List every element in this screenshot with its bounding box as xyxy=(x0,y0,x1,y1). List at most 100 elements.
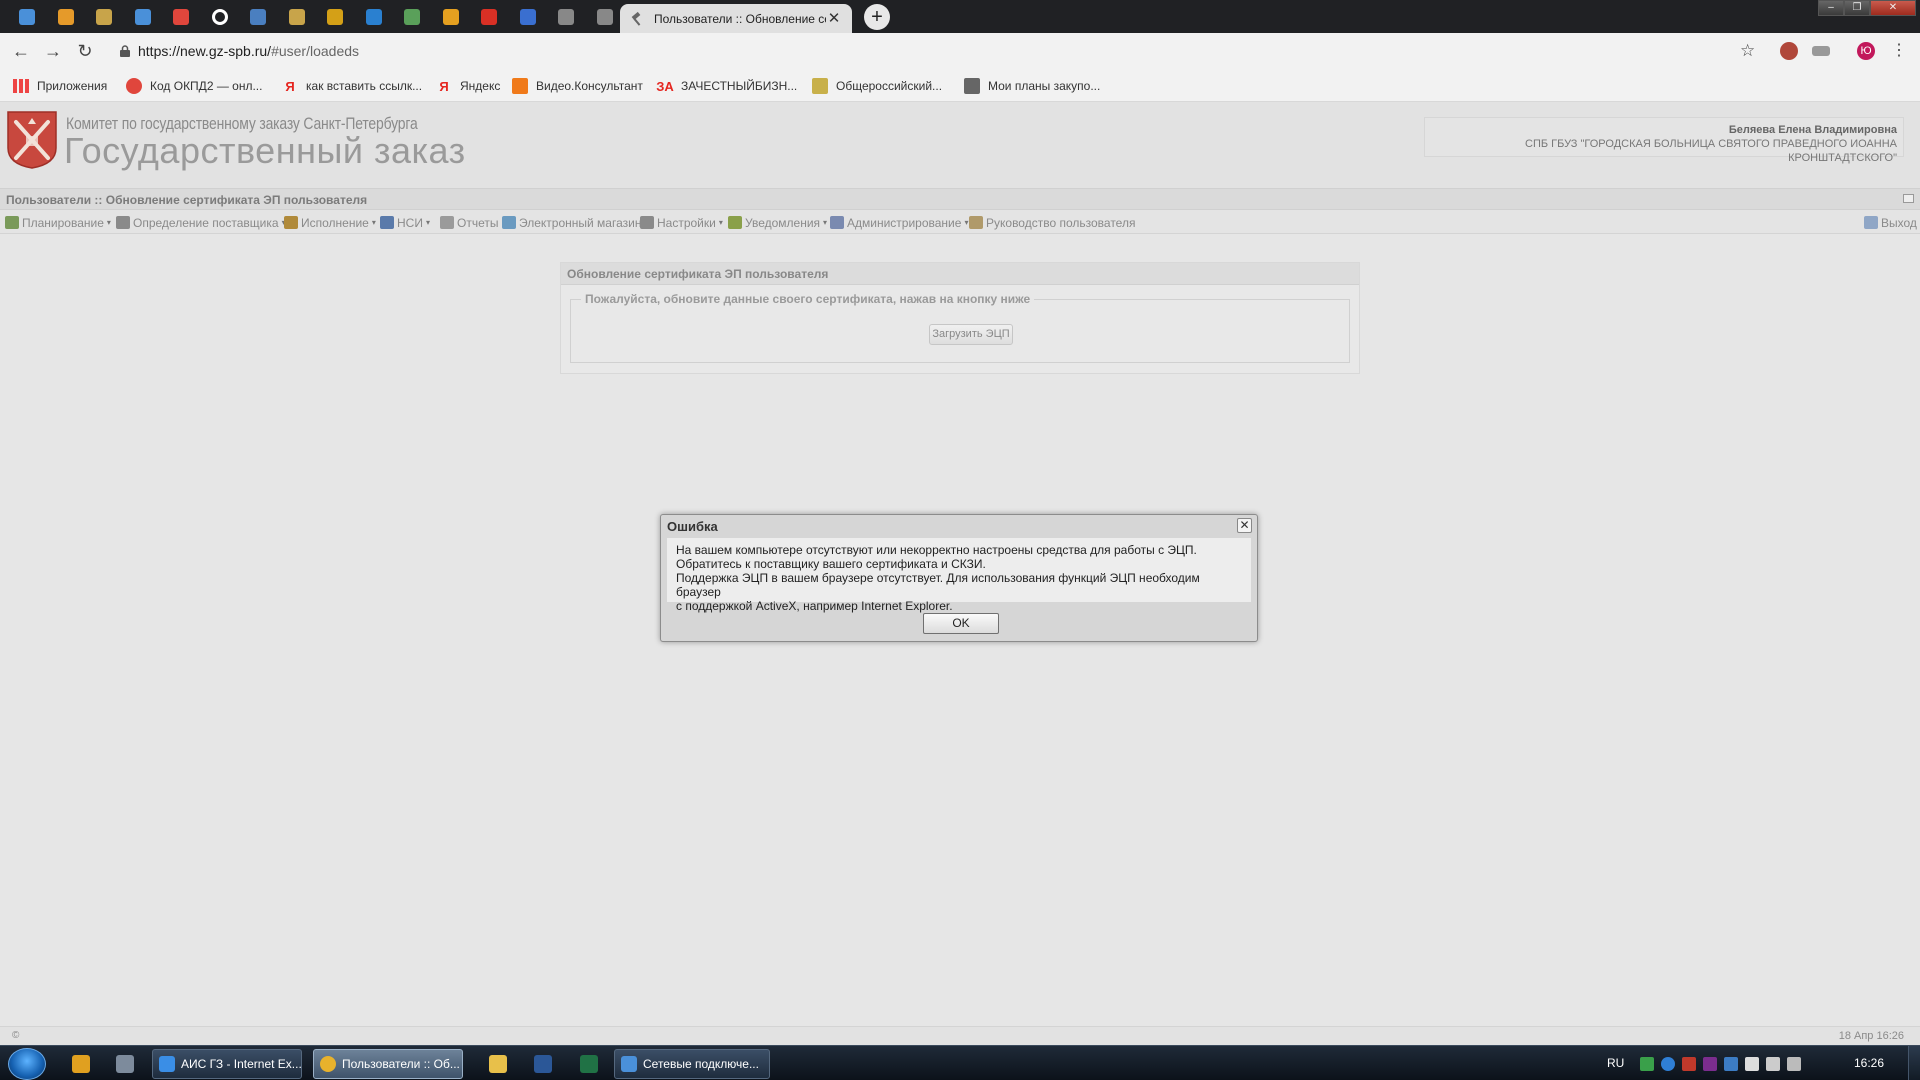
menu-item[interactable]: Определение поставщика▾ xyxy=(116,214,286,231)
tree-icon xyxy=(250,9,266,25)
menu-item[interactable]: Уведомления ▾ xyxy=(728,214,827,231)
start-button[interactable] xyxy=(8,1048,46,1080)
tray-icon[interactable] xyxy=(1682,1057,1696,1071)
tray-icon[interactable] xyxy=(1724,1057,1738,1071)
url-path: #user/loadeds xyxy=(271,43,360,59)
current-user-box: Беляева Елена Владимировна СПБ ГБУЗ "ГОР… xyxy=(1424,117,1904,164)
reload-icon[interactable]: ↻ xyxy=(73,39,97,63)
bookmark-item[interactable]: Код ОКПД2 — онл... xyxy=(126,75,262,97)
pinned-tab[interactable] xyxy=(317,2,353,32)
bookmark-star-icon[interactable]: ☆ xyxy=(1740,42,1758,60)
dropdown-arrow-icon: ▾ xyxy=(425,218,430,227)
show-desktop-button[interactable] xyxy=(1908,1046,1920,1080)
menu-item[interactable]: Настройки ▾ xyxy=(640,214,723,231)
yandex-icon: Я xyxy=(439,78,449,94)
menu-item[interactable]: НСИ ▾ xyxy=(380,214,430,231)
menu-item-label: Отчеты xyxy=(457,215,499,230)
dialog-close-icon[interactable]: ✕ xyxy=(1237,518,1252,533)
folder-icon[interactable] xyxy=(489,1055,507,1073)
collapse-icon[interactable] xyxy=(1903,194,1914,203)
menu-icon xyxy=(969,216,983,229)
menu-item-label: Планирование xyxy=(22,215,104,230)
menu-item-label: Настройки xyxy=(657,215,716,230)
tray-icon[interactable] xyxy=(1745,1057,1759,1071)
minimize-button[interactable]: – xyxy=(1818,0,1844,16)
url-host: https://new.gz-spb.ru/ xyxy=(138,43,272,59)
taskbar-task[interactable]: Сетевые подключе... xyxy=(614,1049,770,1079)
menu-item-label: Уведомления xyxy=(745,215,821,230)
profile-avatar[interactable]: Ю xyxy=(1857,42,1875,60)
bookmark-item[interactable]: Я Яндекс xyxy=(436,75,500,97)
media-player-icon[interactable] xyxy=(72,1055,90,1073)
pinned-tab[interactable] xyxy=(510,2,546,32)
active-browser-tab[interactable]: Пользователи :: Обновление се ✕ xyxy=(620,4,852,33)
restore-button[interactable]: ❐ xyxy=(1844,0,1870,16)
menu-item[interactable]: Администрирование ▾ xyxy=(830,214,968,231)
address-bar[interactable]: https://new.gz-spb.ru/#user/loadeds xyxy=(108,37,1764,65)
load-signature-button[interactable]: Загрузить ЭЦП xyxy=(929,324,1013,345)
fieldset-legend: Пожалуйста, обновите данные своего серти… xyxy=(581,292,1035,306)
pinned-tab[interactable] xyxy=(240,2,276,32)
menu-item[interactable]: Планирование ▾ xyxy=(5,214,111,231)
browser-menu-icon[interactable]: ⋮ xyxy=(1890,42,1908,60)
taskbar-task[interactable]: АИС ГЗ - Internet Ex... xyxy=(152,1049,302,1079)
back-icon[interactable]: ← xyxy=(9,39,33,63)
bookmark-label: Яндекс xyxy=(460,79,501,93)
pinned-tab[interactable] xyxy=(86,2,122,32)
settings-icon[interactable] xyxy=(116,1055,134,1073)
message-line: Обратитесь к поставщику вашего сертифика… xyxy=(676,557,986,571)
taskbar-clock[interactable]: 16:26 xyxy=(1854,1056,1884,1070)
chat-icon xyxy=(19,9,35,25)
word-icon[interactable] xyxy=(534,1055,552,1073)
ok-button[interactable]: OK xyxy=(923,613,999,634)
pinned-tab[interactable] xyxy=(9,2,45,32)
new-tab-button[interactable]: + xyxy=(864,4,890,30)
tab-close-icon[interactable]: ✕ xyxy=(826,10,842,27)
logout-button[interactable]: Выход xyxy=(1864,214,1917,231)
pinned-tab[interactable] xyxy=(433,2,469,32)
pinned-tab[interactable] xyxy=(202,2,238,32)
pocket-icon xyxy=(126,78,142,94)
dialog-title: Ошибка xyxy=(667,519,718,534)
menu-item[interactable]: Руководство пользователя xyxy=(969,214,1135,231)
tray-icon[interactable] xyxy=(1661,1057,1675,1071)
bookmark-item[interactable]: Приложения xyxy=(13,75,107,97)
yandex-icon: Я xyxy=(285,78,295,94)
pinned-tab[interactable] xyxy=(587,2,623,32)
extension-icon[interactable] xyxy=(1812,46,1830,56)
envelope-icon xyxy=(442,9,459,25)
menu-item-label: Администрирование xyxy=(847,215,962,230)
pinned-tab[interactable] xyxy=(279,2,315,32)
bookmark-item[interactable]: Видео.Консультант xyxy=(512,75,643,97)
pinned-tab[interactable] xyxy=(163,2,199,32)
pinned-tab[interactable] xyxy=(48,2,84,32)
list-icon xyxy=(812,78,828,94)
message-line: с поддержкой ActiveX, например Internet … xyxy=(676,599,953,613)
extension-icon[interactable] xyxy=(1780,42,1798,60)
tray-icon[interactable] xyxy=(1703,1057,1717,1071)
taskbar-task[interactable]: Пользователи :: Об... xyxy=(313,1049,463,1079)
bookmark-label: Общероссийский... xyxy=(836,79,943,93)
volume-icon[interactable] xyxy=(1787,1057,1801,1071)
bookmark-label: Мои планы закупо... xyxy=(988,79,1101,93)
tray-icon[interactable] xyxy=(1640,1057,1654,1071)
menu-item[interactable]: Исполнение ▾ xyxy=(284,214,376,231)
pinned-tab[interactable] xyxy=(356,2,392,32)
bookmark-item[interactable]: Мои планы закупо... xyxy=(964,75,1100,97)
bookmark-item[interactable]: Якак вставить ссылк... xyxy=(282,75,422,97)
excel-icon[interactable] xyxy=(580,1055,598,1073)
menu-item[interactable]: Отчеты xyxy=(440,214,498,231)
pinned-tab[interactable] xyxy=(471,2,507,32)
pinned-tab[interactable] xyxy=(394,2,430,32)
language-indicator[interactable]: RU xyxy=(1607,1056,1624,1070)
error-dialog: Ошибка ✕ На вашем компьютере отсутствуют… xyxy=(660,514,1258,642)
network-tray-icon[interactable] xyxy=(1766,1057,1780,1071)
menu-item[interactable]: Электронный магазин xyxy=(502,214,641,231)
window-close-button[interactable]: ✕ xyxy=(1870,0,1916,16)
forward-icon[interactable]: → xyxy=(41,39,65,63)
pinned-tab[interactable] xyxy=(548,2,584,32)
pinned-tab[interactable] xyxy=(125,2,161,32)
menu-item-label: Исполнение xyxy=(301,215,369,230)
bookmark-item[interactable]: ЗА ЗАЧЕСТНЫЙБИЗН... xyxy=(656,75,797,97)
bookmark-item[interactable]: Общероссийский... xyxy=(812,75,942,97)
